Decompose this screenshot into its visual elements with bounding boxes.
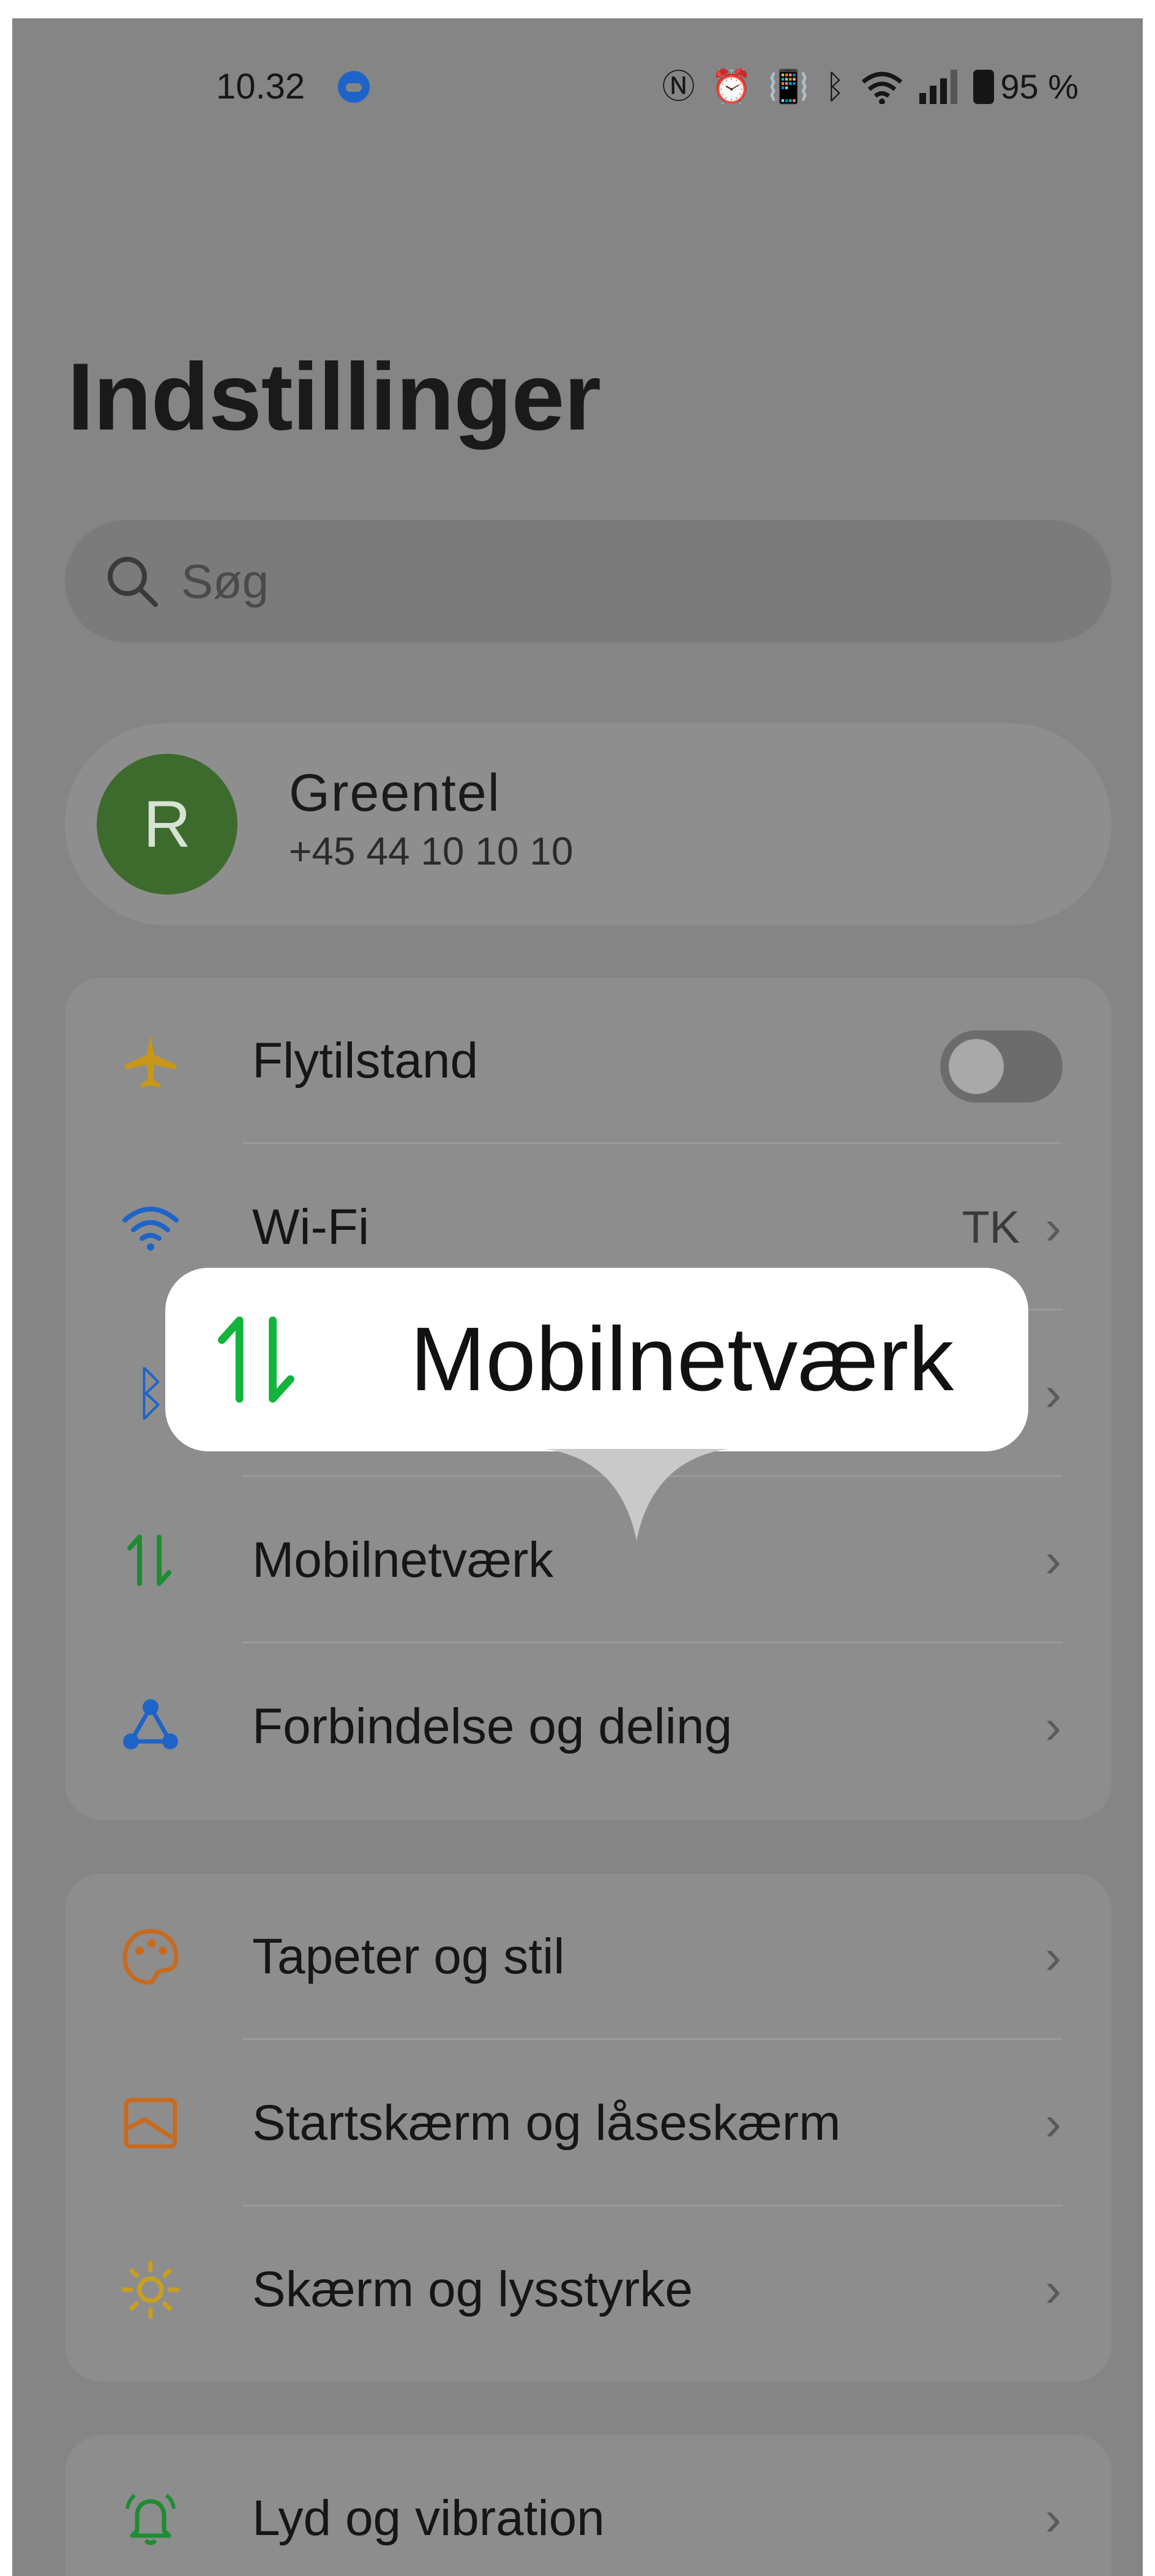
sound-card: Lyd og vibration ›: [65, 2435, 1112, 2576]
account-name: Greentel: [289, 764, 501, 822]
mobile-data-icon: [127, 1535, 171, 1586]
settings-item-sound-vibration[interactable]: Lyd og vibration ›: [65, 2435, 1112, 2576]
tooltip-pointer: [545, 1449, 728, 1541]
settings-item-display-brightness[interactable]: Skærm og lysstyrke ›: [65, 2206, 1112, 2373]
personalization-card: Tapeter og stil › Startskærm og låseskær…: [65, 1874, 1112, 2381]
status-time: 10.32: [216, 67, 305, 106]
battery-icon: [973, 70, 995, 104]
chevron-right-icon: ›: [1045, 1366, 1061, 1421]
home-lock-screen-icon: [124, 2098, 178, 2149]
settings-item-label: Skærm og lysstyrke: [252, 2261, 693, 2317]
account-phone: +45 44 10 10 10: [289, 829, 574, 873]
signal-icon: [919, 70, 958, 104]
status-icons: Ⓝ ⏰ 📳 ᛒ 95 %: [662, 62, 1078, 111]
search-placeholder: Søg: [181, 554, 269, 608]
chevron-right-icon: ›: [1045, 2096, 1061, 2150]
airplane-icon: [125, 1035, 176, 1088]
settings-item-label: Flytilstand: [252, 1033, 479, 1089]
wifi-status-icon: [862, 72, 903, 104]
alarm-icon: ⏰: [711, 69, 752, 105]
chevron-right-icon: ›: [1045, 1929, 1061, 1984]
search-bar[interactable]: Søg: [65, 520, 1112, 642]
page-title: Indstillinger: [67, 344, 601, 450]
chevron-right-icon: ›: [1045, 2491, 1061, 2545]
palette-icon: [122, 1929, 179, 1985]
battery-percent: 95 %: [1000, 67, 1078, 106]
search-icon: [108, 557, 158, 607]
settings-item-label: Lyd og vibration: [252, 2490, 605, 2546]
settings-item-wallpaper[interactable]: Tapeter og stil ›: [65, 1874, 1112, 2040]
wifi-icon: [122, 1207, 179, 1251]
battery-status: 95 %: [973, 62, 1078, 111]
chevron-right-icon: ›: [1045, 2262, 1061, 2317]
settings-item-connection-sharing[interactable]: Forbindelse og deling ›: [65, 1644, 1112, 1810]
settings-item-label: Startskærm og låseskærm: [252, 2095, 841, 2151]
status-bar: 10.32 Ⓝ ⏰ 📳 ᛒ 95 %: [12, 62, 1143, 111]
brightness-icon: [121, 2260, 180, 2319]
mobile-data-icon: [218, 1316, 294, 1403]
settings-item-label: Tapeter og stil: [252, 1929, 565, 1984]
share-connection-icon: [123, 1699, 178, 1749]
nfc-icon: Ⓝ: [662, 69, 695, 105]
avatar: R: [97, 754, 237, 895]
vibrate-icon: 📳: [768, 69, 809, 105]
settings-item-label: Mobilnetværk: [252, 1532, 554, 1588]
bell-icon: [125, 2493, 176, 2545]
tooltip-label: Mobilnetværk: [410, 1309, 954, 1410]
settings-screen: 10.32 Ⓝ ⏰ 📳 ᛒ 95 % Indstillinger Søg R G…: [12, 18, 1143, 2576]
chevron-right-icon: ›: [1045, 1200, 1061, 1254]
settings-item-home-lock-screen[interactable]: Startskærm og låseskærm ›: [65, 2040, 1112, 2206]
airplane-toggle[interactable]: [940, 1030, 1063, 1103]
highlight-tooltip: Mobilnetværk: [165, 1268, 1028, 1451]
bluetooth-icon: ᛒ: [824, 69, 845, 105]
chevron-right-icon: ›: [1045, 1533, 1061, 1587]
account-card[interactable]: R Greentel +45 44 10 10 10: [65, 723, 1112, 925]
weather-icon: [338, 71, 370, 103]
settings-item-label: Forbindelse og deling: [252, 1699, 733, 1754]
settings-item-airplane[interactable]: Flytilstand: [65, 978, 1112, 1144]
chevron-right-icon: ›: [1045, 1699, 1061, 1754]
